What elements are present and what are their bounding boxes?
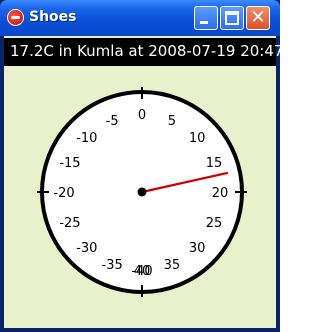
temperature-gauge: -40-35-30-25-20-15-10-5 0 510152025303540: [37, 87, 247, 297]
gauge-label: 0: [138, 108, 146, 123]
gauge-label: -35: [102, 258, 123, 273]
gauge-label: 20: [212, 186, 229, 201]
weather-readout: 17.2C in Kumla at 2008-07-19 20:47: [10, 42, 284, 60]
gauge-label: -10: [76, 131, 97, 146]
weather-header: 17.2C in Kumla at 2008-07-19 20:47: [4, 38, 283, 66]
gauge-label: 15: [206, 156, 223, 171]
minimize-icon: [200, 21, 208, 24]
gauge-label: -30: [76, 241, 97, 256]
gauge-label: -15: [59, 156, 80, 171]
maximize-icon: [225, 11, 239, 25]
gauge-label: 40: [134, 264, 151, 279]
gauge-label: -25: [59, 216, 80, 231]
maximize-button[interactable]: [220, 6, 244, 30]
window: Shoes ✕ 17.2C in Kumla at 2008-07-19 20:…: [0, 0, 283, 332]
close-icon: ✕: [250, 7, 266, 28]
gauge-label: 5: [168, 114, 176, 129]
client-area: 17.2C in Kumla at 2008-07-19 20:47 -40 -3…: [4, 36, 283, 328]
gauge-label: -20: [53, 186, 74, 201]
gauge-label: 10: [189, 131, 206, 146]
title-bar[interactable]: Shoes ✕: [0, 0, 280, 36]
gauge-label: 25: [206, 216, 223, 231]
window-title: Shoes: [29, 9, 77, 25]
gauge-label: 35: [164, 258, 181, 273]
gauge-hub: [137, 187, 147, 197]
gauge-label: 30: [189, 241, 206, 256]
app-logo-icon: [7, 9, 24, 26]
close-button[interactable]: ✕: [246, 6, 270, 30]
gauge-label: -5: [106, 114, 119, 129]
minimize-button[interactable]: [194, 6, 218, 30]
